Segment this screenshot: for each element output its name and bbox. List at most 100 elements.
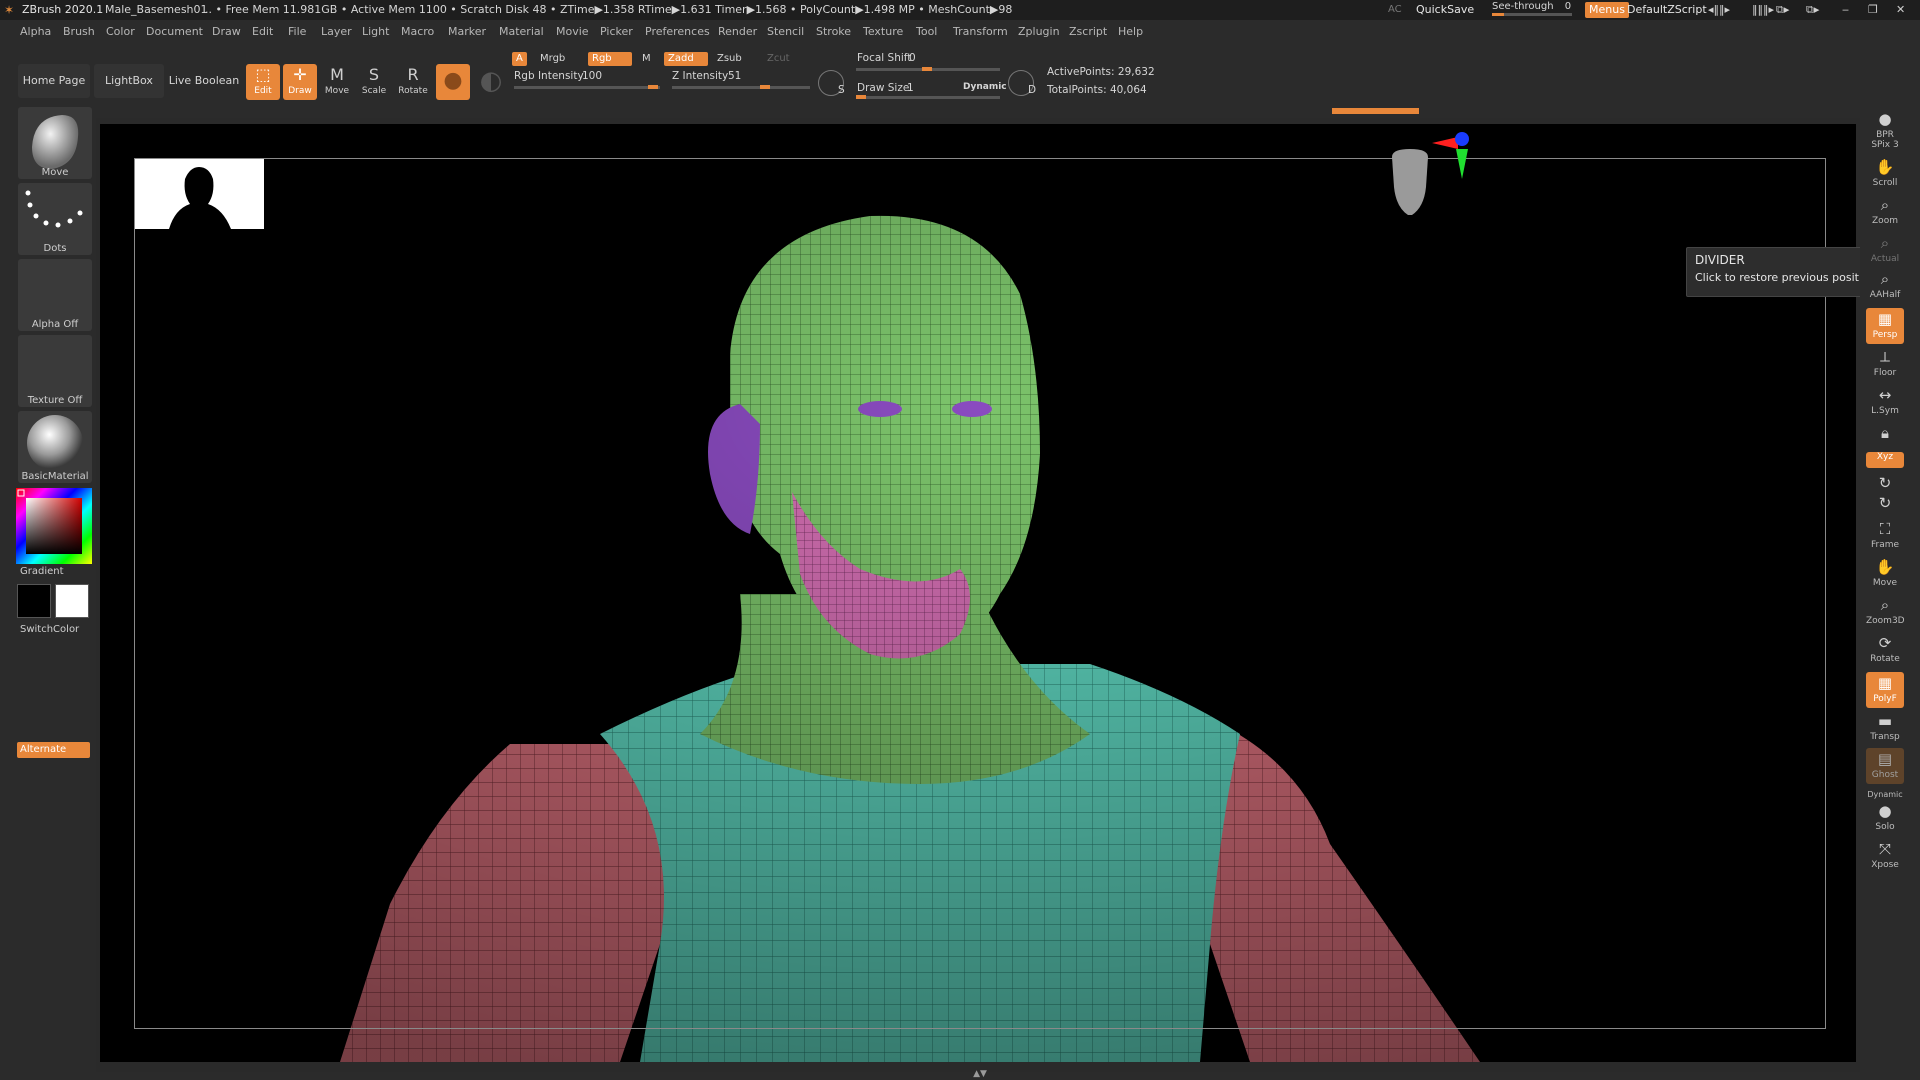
menu-light[interactable]: Light <box>362 20 389 44</box>
rotate-axis2-button[interactable]: ↻ <box>1866 492 1904 512</box>
frame-icon: ⛶ <box>1879 520 1891 538</box>
move-view-button[interactable]: ✋ Move <box>1866 556 1904 592</box>
navigation-gizmo[interactable] <box>1368 127 1488 237</box>
ac-button[interactable]: AC <box>1388 0 1402 20</box>
bpr-button[interactable]: ● BPR <box>1866 108 1904 144</box>
aahalf-button[interactable]: ⌕ AAHalf <box>1866 268 1904 304</box>
home-page-button[interactable]: Home Page <box>18 64 90 98</box>
persp-button[interactable]: ▦ Persp <box>1866 308 1904 344</box>
menu-alpha[interactable]: Alpha <box>20 20 51 44</box>
top-toolbar: Home Page LightBox Live Boolean ⬚ Edit ✛… <box>0 44 1920 112</box>
primary-color-swatch[interactable] <box>17 584 51 618</box>
draw-size-knob <box>856 95 866 99</box>
rotate-button[interactable]: R Rotate <box>396 64 430 100</box>
lightbox-button[interactable]: LightBox <box>94 64 164 98</box>
menu-preferences[interactable]: Preferences <box>645 20 710 44</box>
rotate-axis-button[interactable]: ↻ <box>1866 472 1904 492</box>
menu-macro[interactable]: Macro <box>401 20 434 44</box>
menu-tool[interactable]: Tool <box>916 20 937 44</box>
bpr-icon: ● <box>1878 110 1892 128</box>
layout2-icon[interactable]: ‖‖‖▸ <box>1752 0 1774 20</box>
menu-stroke[interactable]: Stroke <box>816 20 851 44</box>
menu-file[interactable]: File <box>288 20 306 44</box>
color-sphere-button[interactable]: ◐ <box>474 64 508 100</box>
menu-render[interactable]: Render <box>718 20 757 44</box>
zadd-toggle[interactable]: Zadd <box>664 52 708 66</box>
move-button[interactable]: M Move <box>320 64 354 100</box>
solo-button[interactable]: ● Solo <box>1866 800 1904 836</box>
edit-button[interactable]: ⬚ Edit <box>246 64 280 100</box>
see-through-slider[interactable]: See-through 0 <box>1492 0 1572 17</box>
menu-zscript[interactable]: Zscript <box>1069 20 1107 44</box>
floor-button[interactable]: ⟂ Floor <box>1866 346 1904 382</box>
draw-button[interactable]: ✛ Draw <box>283 64 317 100</box>
menu-color[interactable]: Color <box>106 20 135 44</box>
xyz-button[interactable]: Xyz <box>1866 452 1904 468</box>
layout-icon[interactable]: ◂‖‖▸ <box>1708 0 1730 20</box>
menu-transform[interactable]: Transform <box>953 20 1008 44</box>
spix-slider[interactable]: SPix 3 <box>1866 140 1904 154</box>
rgb-toggle[interactable]: Rgb <box>588 52 632 66</box>
minimize-icon[interactable]: ‒ <box>1842 0 1849 20</box>
window-layout-icon[interactable]: ⧉▸ <box>1776 0 1789 20</box>
bottom-divider-handle[interactable]: ▲▼ <box>916 1070 1044 1079</box>
menu-material[interactable]: Material <box>499 20 544 44</box>
gradient-label: Gradient <box>20 566 64 577</box>
menu-brush[interactable]: Brush <box>63 20 95 44</box>
menu-layer[interactable]: Layer <box>321 20 352 44</box>
menu-picker[interactable]: Picker <box>600 20 633 44</box>
document-canvas[interactable] <box>100 124 1856 1062</box>
color-sphere-icon: ◐ <box>479 66 503 96</box>
menu-edit[interactable]: Edit <box>252 20 273 44</box>
alternate-button[interactable]: Alternate <box>17 742 90 758</box>
menu-stencil[interactable]: Stencil <box>767 20 804 44</box>
switch-color-label[interactable]: SwitchColor <box>0 624 90 635</box>
z-intensity-track <box>672 86 810 89</box>
zsub-toggle[interactable]: Zsub <box>713 52 746 66</box>
rgb-intensity-knob <box>648 85 658 89</box>
dynamic-toggle[interactable]: Dynamic <box>963 82 1007 92</box>
rotate-axis2-icon: ↻ <box>1878 494 1892 512</box>
divider-indicator[interactable] <box>1332 108 1419 114</box>
lock-button[interactable]: 🔒︎ <box>1866 422 1904 446</box>
menu-draw[interactable]: Draw <box>212 20 241 44</box>
lsym-button[interactable]: ↔ L.Sym <box>1866 384 1904 420</box>
menu-movie[interactable]: Movie <box>556 20 589 44</box>
zcut-toggle[interactable]: Zcut <box>763 52 794 66</box>
menu-document[interactable]: Document <box>146 20 203 44</box>
m-toggle[interactable]: M <box>638 52 655 66</box>
color-picker[interactable] <box>16 488 92 564</box>
d-label: D <box>1028 84 1037 96</box>
secondary-color-swatch[interactable] <box>55 584 89 618</box>
close-icon[interactable]: ✕ <box>1896 0 1905 20</box>
menu-zplugin[interactable]: Zplugin <box>1018 20 1060 44</box>
scale-button[interactable]: S Scale <box>357 64 391 100</box>
menu-marker[interactable]: Marker <box>448 20 486 44</box>
menu-texture[interactable]: Texture <box>863 20 903 44</box>
menu-help[interactable]: Help <box>1118 20 1143 44</box>
head-gizmo-icon <box>1392 149 1428 215</box>
window-layout2-icon[interactable]: ⧉▸ <box>1806 0 1819 20</box>
default-zscript-button[interactable]: DefaultZScript <box>1627 0 1707 20</box>
a-toggle[interactable]: A <box>512 52 527 66</box>
maximize-icon[interactable]: ❐ <box>1868 0 1878 20</box>
scroll-button[interactable]: ✋ Scroll <box>1866 156 1904 192</box>
ghost-button[interactable]: ▤ Ghost <box>1866 748 1904 784</box>
live-boolean-button[interactable]: Live Boolean <box>168 64 240 98</box>
material-sphere-button[interactable]: ● <box>436 64 470 100</box>
transp-button[interactable]: ▬ Transp <box>1866 710 1904 746</box>
xpose-button[interactable]: ⤧ Xpose <box>1866 838 1904 874</box>
actual-button[interactable]: ⌕ Actual <box>1866 232 1904 268</box>
quicksave-button[interactable]: QuickSave <box>1416 0 1474 20</box>
draw-size-track <box>856 96 1000 99</box>
frame-button[interactable]: ⛶ Frame <box>1866 518 1904 554</box>
mrgb-toggle[interactable]: Mrgb <box>536 52 569 66</box>
rotate-view-button[interactable]: ⟳ Rotate <box>1866 632 1904 668</box>
menus-button[interactable]: Menus <box>1585 2 1629 18</box>
zoom-button[interactable]: ⌕ Zoom <box>1866 194 1904 230</box>
persp-icon: ▦ <box>1877 310 1893 328</box>
zoom3d-button[interactable]: ⌕ Zoom3D <box>1866 594 1905 630</box>
polyf-button[interactable]: ▦ PolyF <box>1866 672 1904 708</box>
silhouette-thumbnail[interactable] <box>135 159 264 229</box>
focal-shift-knob <box>922 67 932 71</box>
